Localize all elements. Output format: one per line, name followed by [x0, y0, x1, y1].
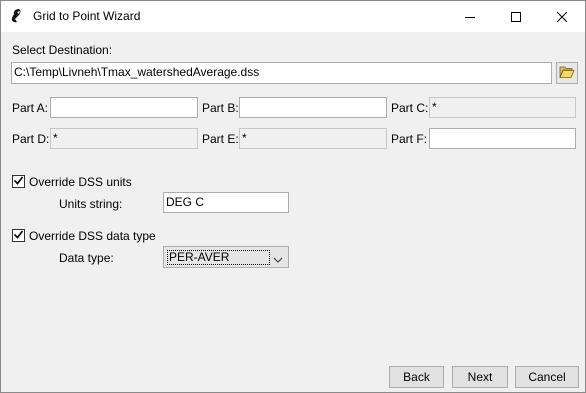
minimize-button[interactable] [447, 1, 493, 32]
cancel-button[interactable]: Cancel [515, 366, 579, 388]
close-icon [557, 11, 567, 22]
minimize-icon [465, 12, 475, 22]
override-units-label[interactable]: Override DSS units [29, 175, 132, 189]
title-bar[interactable]: Grid to Point Wizard [1, 1, 585, 32]
checkmark-icon [13, 229, 24, 243]
chevron-down-icon [273, 253, 283, 267]
part-a-input[interactable] [50, 97, 198, 118]
data-type-select[interactable]: PER-AVER [163, 246, 289, 268]
close-button[interactable] [539, 1, 585, 32]
destination-label: Select Destination: [12, 43, 113, 57]
maximize-icon [511, 11, 521, 22]
browse-button[interactable] [556, 62, 578, 84]
part-f-input[interactable] [429, 128, 576, 149]
back-button[interactable]: Back [389, 366, 444, 388]
part-f-label: Part F: [391, 132, 428, 146]
maximize-button[interactable] [493, 1, 539, 32]
destination-path-input[interactable]: C:\Temp\Livneh\Tmax_watershedAverage.dss [11, 62, 552, 84]
open-folder-icon [559, 65, 575, 82]
part-d-label: Part D: [12, 132, 50, 146]
checkmark-icon [13, 175, 24, 189]
window-title: Grid to Point Wizard [33, 9, 141, 23]
data-type-label: Data type: [59, 251, 114, 265]
data-type-value: PER-AVER [167, 250, 270, 265]
override-units-checkbox[interactable] [12, 175, 25, 188]
part-a-label: Part A: [12, 101, 49, 115]
part-e-label: Part E: [202, 132, 239, 146]
override-datatype-label[interactable]: Override DSS data type [29, 229, 156, 243]
wizard-window: Grid to Point Wizard Select Destination:… [0, 0, 586, 393]
next-button[interactable]: Next [452, 366, 508, 388]
part-b-input[interactable] [239, 97, 387, 118]
part-c-input: * [429, 97, 576, 118]
units-string-input[interactable]: DEG C [163, 192, 289, 213]
hec-logo-icon [10, 8, 24, 24]
part-c-label: Part C: [391, 101, 429, 115]
units-string-label: Units string: [59, 197, 123, 211]
override-datatype-checkbox[interactable] [12, 229, 25, 242]
part-d-input: * [50, 128, 198, 149]
part-b-label: Part B: [202, 101, 239, 115]
part-e-input: * [239, 128, 387, 149]
